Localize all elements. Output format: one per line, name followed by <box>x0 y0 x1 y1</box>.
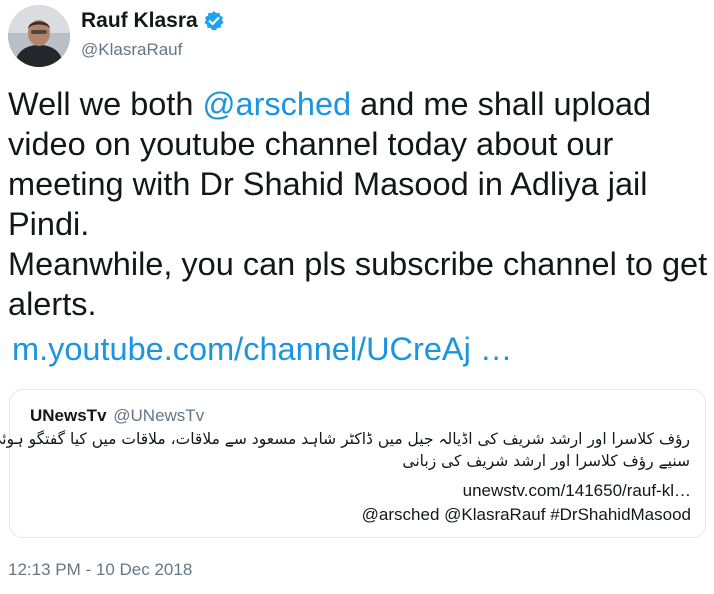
author-name-row: Rauf Klasra <box>81 9 225 33</box>
tweet-text: Well we both @arsched and me shall uploa… <box>8 84 708 324</box>
tweet-timestamp[interactable]: 12:13 PM - 10 Dec 2018 <box>8 560 192 580</box>
quoted-tweet-tags: @arsched @KlasraRauf #DrShahidMasood <box>361 505 691 524</box>
avatar-image <box>8 5 70 67</box>
tweet-text-prefix: Well we both <box>8 86 203 122</box>
author-handle[interactable]: @KlasraRauf <box>81 40 182 60</box>
avatar[interactable] <box>8 5 70 67</box>
verified-badge-icon <box>203 10 225 32</box>
quoted-tweet-url: unewstv.com/141650/rauf-kl… <box>462 481 691 500</box>
tweet-header: Rauf Klasra @KlasraRauf <box>8 5 698 67</box>
quoted-tweet-header: UNewsTv @UNewsTv <box>30 406 204 426</box>
quoted-author-name: UNewsTv <box>30 406 107 425</box>
youtube-channel-link[interactable]: m.youtube.com/channel/UCreAj … <box>12 329 512 369</box>
quoted-tweet-body: رؤف کلاسرا اور ارشد شریف کی اڈیالہ جیل م… <box>0 428 690 472</box>
quoted-author-handle: @UNewsTv <box>113 406 205 425</box>
author-display-name[interactable]: Rauf Klasra <box>81 9 198 33</box>
tweet-mention-link[interactable]: @arsched <box>203 86 352 122</box>
quoted-tweet-card[interactable]: UNewsTv @UNewsTv رؤف کلاسرا اور ارشد شری… <box>0 389 706 538</box>
quoted-urdu-line-1: رؤف کلاسرا اور ارشد شریف کی اڈیالہ جیل م… <box>0 430 690 448</box>
quoted-urdu-line-2: سنیے رؤف کلاسرا اور ارشد شریف کی زبانی <box>402 452 690 470</box>
